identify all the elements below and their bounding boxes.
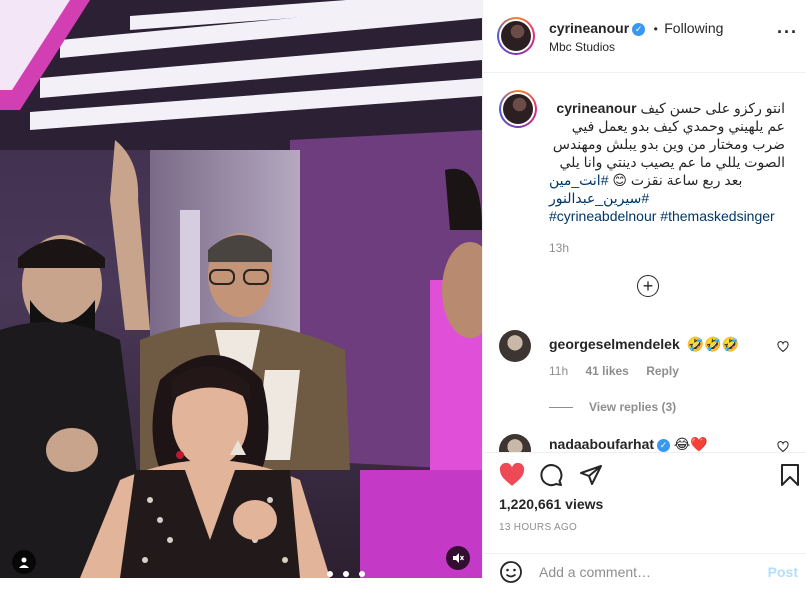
author-username[interactable]: cyrineanour: [549, 20, 629, 36]
commenter-avatar[interactable]: [499, 330, 531, 362]
bookmark-icon[interactable]: [779, 463, 801, 492]
commenter-avatar[interactable]: [499, 434, 531, 452]
following-button[interactable]: Following: [664, 20, 723, 36]
emoji-icon[interactable]: [499, 560, 523, 589]
caption-line-1: انتو ركزو على حسن كيف: [640, 100, 785, 116]
comment-text: 🤣🤣🤣: [686, 336, 739, 352]
post-actions: 1,220,661 views 13 HOURS AGO Add a comme…: [483, 452, 806, 583]
caption-time[interactable]: 13h: [549, 239, 799, 257]
share-icon[interactable]: [579, 463, 603, 492]
post-header: cyrineanour ✓ • Following Mbc Studios ···: [483, 0, 806, 73]
post-sidebar: cyrineanour ✓ • Following Mbc Studios ···…: [482, 0, 806, 583]
comment-composer: Add a comment… Post: [483, 553, 806, 583]
view-replies-button[interactable]: View replies (3): [549, 400, 676, 414]
view-replies-label: View replies (3): [589, 400, 677, 414]
view-count[interactable]: 1,220,661 views: [499, 496, 603, 512]
hashtags-en[interactable]: #cyrineabdelnour #themaskedsinger: [549, 207, 799, 225]
post-video[interactable]: [0, 0, 482, 578]
caption-avatar[interactable]: [499, 90, 537, 128]
comment-item: nadaaboufarhat ✓ 😂❤️: [499, 432, 799, 452]
mute-icon[interactable]: [446, 546, 470, 570]
commenter-username[interactable]: nadaaboufarhat: [549, 436, 654, 452]
comment-likes[interactable]: 41 likes: [585, 364, 628, 378]
author-avatar[interactable]: [497, 17, 535, 55]
posted-time[interactable]: 13 HOURS AGO: [499, 522, 577, 533]
user-tag-icon[interactable]: [12, 550, 36, 574]
load-more-comments-icon[interactable]: +: [637, 275, 659, 297]
location-link[interactable]: Mbc Studios: [549, 40, 615, 54]
reply-button[interactable]: Reply: [646, 364, 679, 378]
caption-line-5: بعد ربع ساعة نقزت 😊: [612, 172, 743, 188]
hashtag-ar-1[interactable]: #انت_مين: [549, 172, 609, 188]
comment-text: 😂❤️: [673, 436, 708, 452]
comment-heart-icon[interactable]: [777, 340, 789, 358]
comment-icon[interactable]: [539, 463, 563, 492]
caption-line-4: الصوت يللي ما عم يصيب دينتي وانا يلي: [559, 154, 785, 170]
caption-username[interactable]: cyrineanour: [556, 100, 636, 116]
more-icon[interactable]: ···: [777, 22, 798, 43]
heart-icon[interactable]: [499, 462, 525, 492]
verified-badge-icon: ✓: [632, 23, 646, 36]
video-frame: [0, 0, 482, 578]
comment-time[interactable]: 11h: [549, 364, 568, 378]
caption-line-3: ضرب ومختار من وين بدو يبلش ومهندس: [552, 136, 785, 152]
verified-badge-icon: ✓: [657, 439, 671, 452]
comment-heart-icon[interactable]: [777, 440, 789, 452]
caption-line-2: عم يلهيني وحمدي كيف بدو يعمل فيي: [571, 118, 785, 134]
hashtag-ar-2[interactable]: #سيرين_عبدالنور: [549, 189, 785, 207]
separator-dot: •: [653, 22, 658, 36]
commenter-username[interactable]: georgeselmendelek: [549, 336, 680, 352]
